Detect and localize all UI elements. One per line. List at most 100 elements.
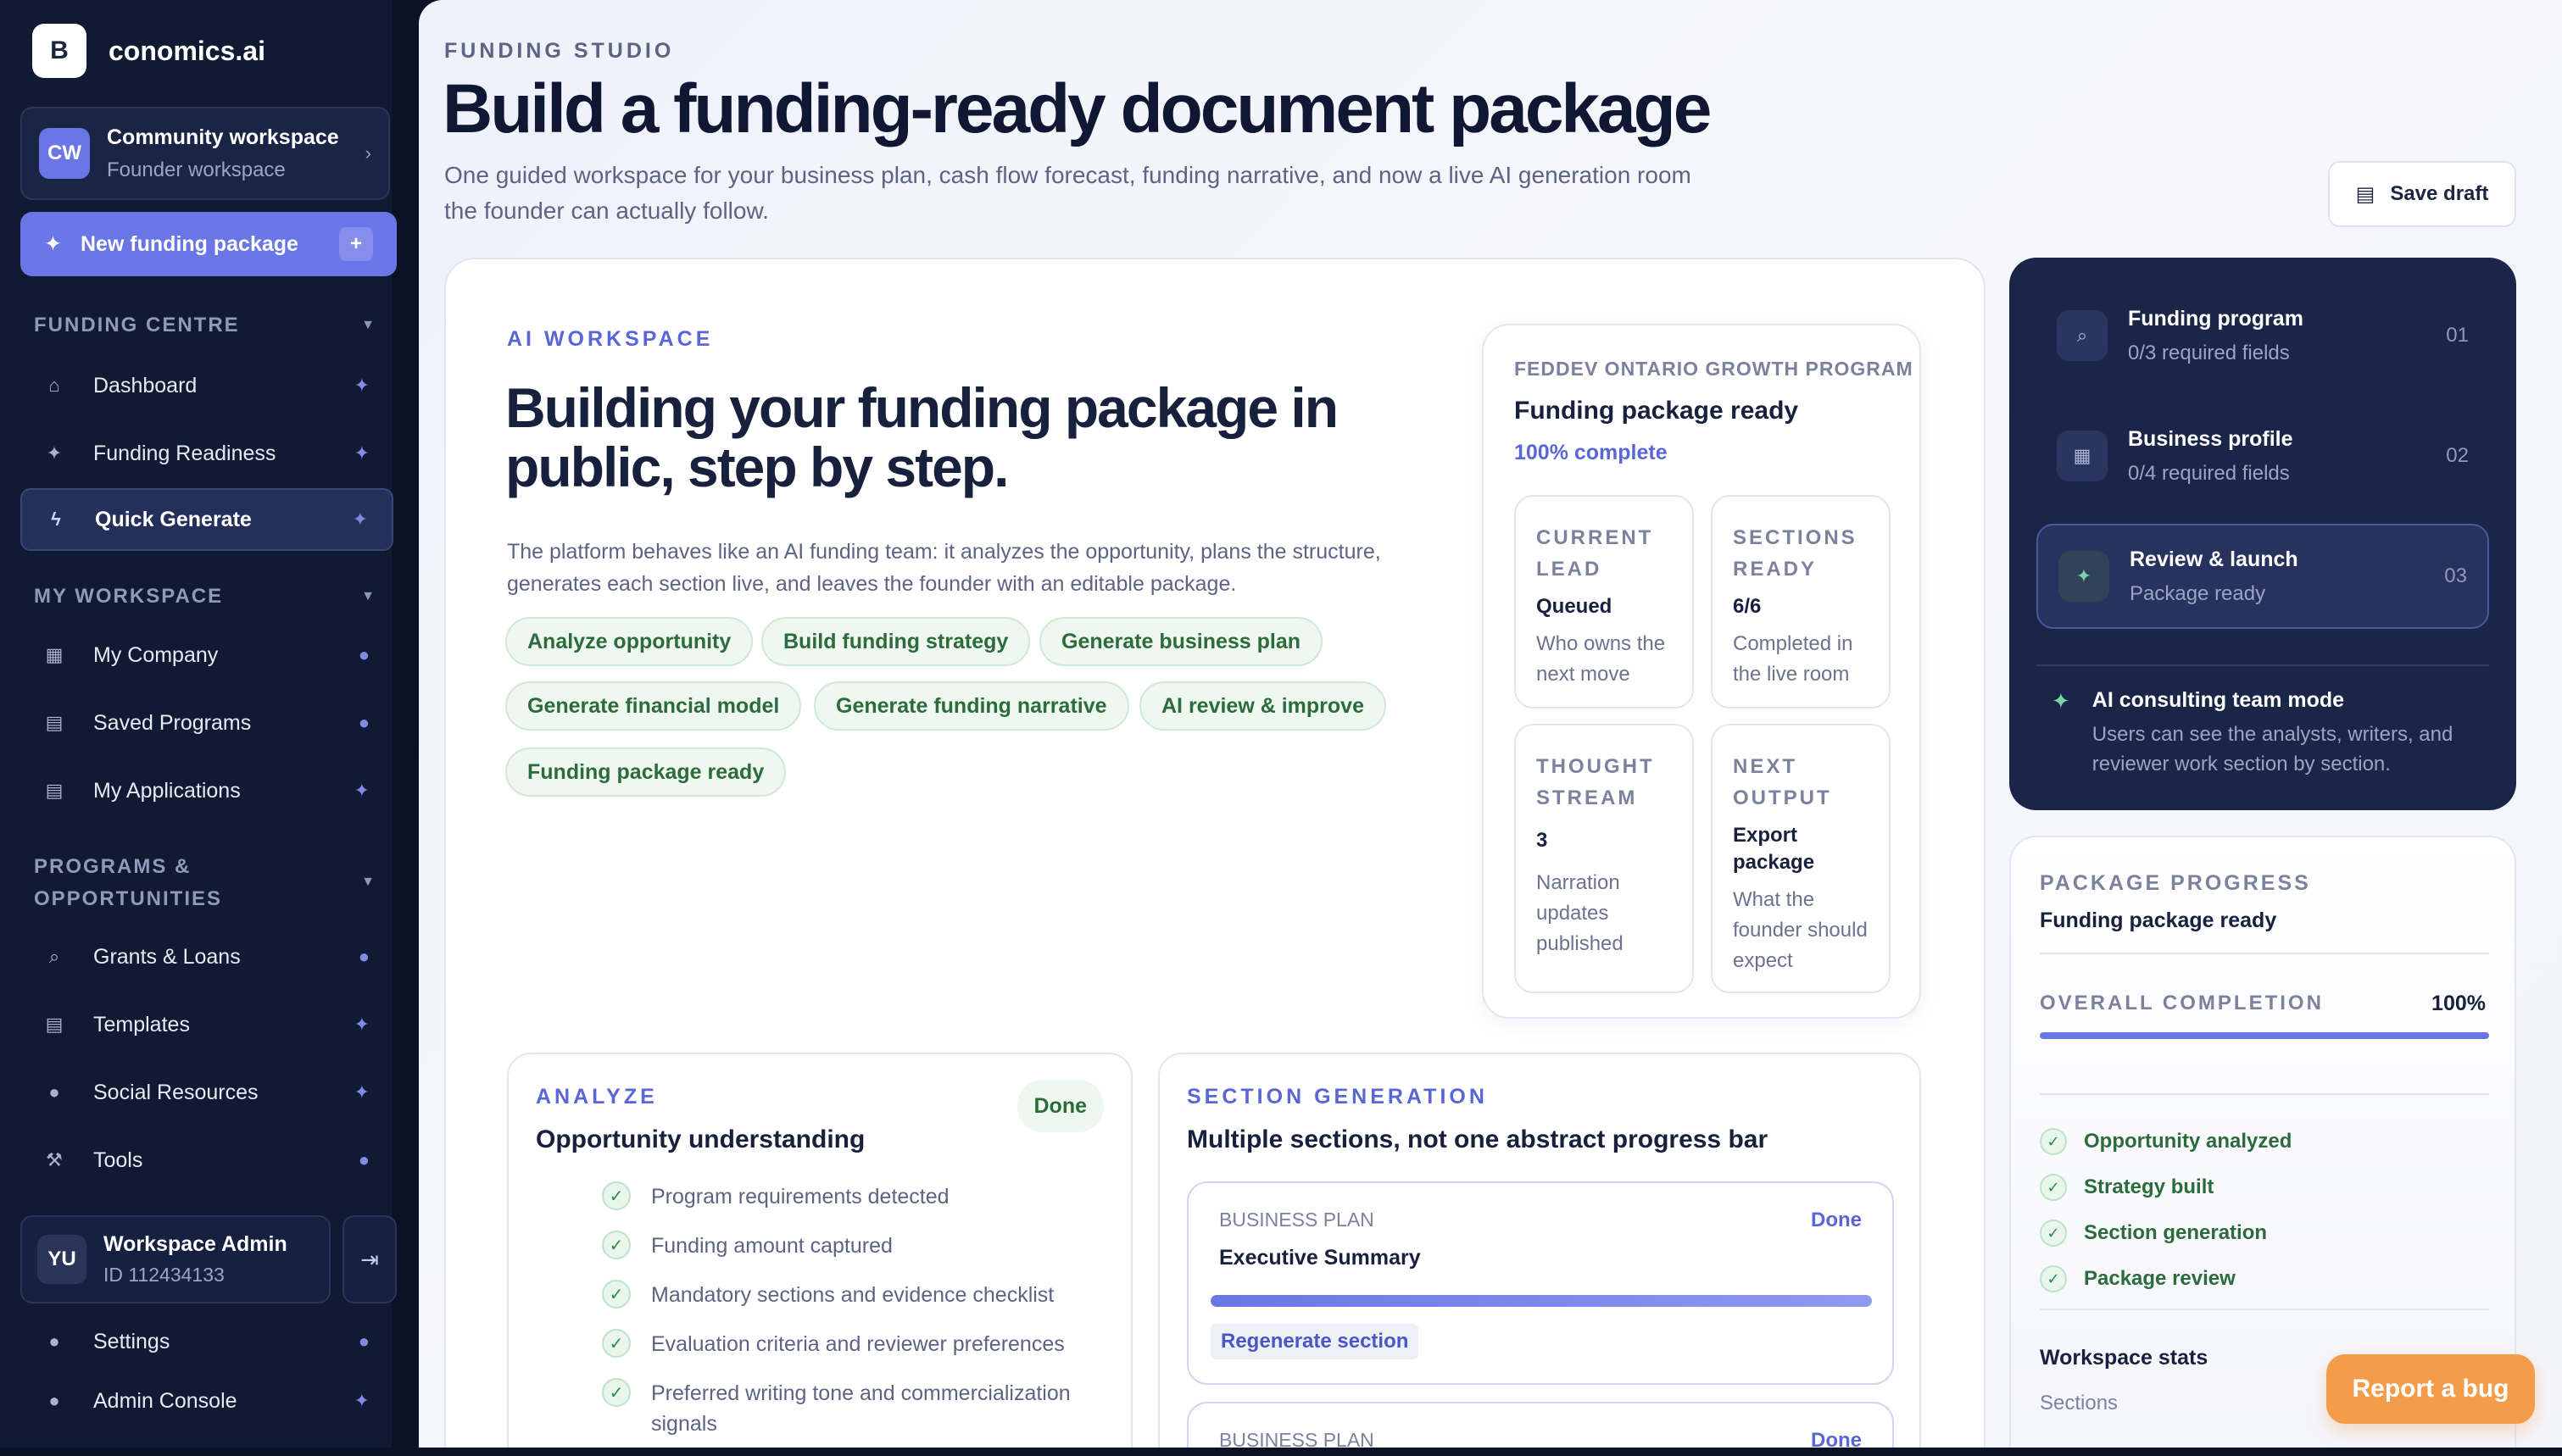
admin-text: Workspace Admin ID 112434133 (103, 1232, 287, 1287)
step-sub: Package ready (2130, 581, 2266, 605)
step-text: Funding program 0/3 required fields (2128, 307, 2426, 365)
check-icon: ✓ (602, 1378, 631, 1407)
divider (2036, 664, 2489, 666)
workspace-subtitle: Founder workspace (107, 158, 286, 181)
sidebar-item-quick-generate[interactable]: ϟ Quick Generate ✦ (20, 488, 393, 551)
page-subtitle: One guided workspace for your business p… (444, 162, 1691, 224)
document-icon: ▤ (45, 712, 64, 733)
section-generation-title: Multiple sections, not one abstract prog… (1187, 1125, 1768, 1153)
step-review-launch[interactable]: ✦ Review & launch Package ready 03 (2036, 524, 2489, 629)
program-title: Funding package ready (1514, 397, 1799, 425)
sidebar-item-dashboard[interactable]: ⌂ Dashboard ✦ (20, 354, 393, 417)
section-label: BUSINESS PLAN (1219, 1209, 1374, 1231)
admin-profile-card[interactable]: YU Workspace Admin ID 112434133 (20, 1215, 331, 1303)
step-pill[interactable]: AI review & improve (1139, 681, 1386, 731)
mode-title: AI consulting team mode (2091, 688, 2345, 712)
regenerate-section-button[interactable]: Regenerate section (1211, 1324, 1419, 1359)
sidebar-item-funding-readiness[interactable]: ✦ Funding Readiness ✦ (20, 422, 393, 485)
check-icon: ✓ (602, 1329, 631, 1358)
logout-button[interactable]: ⇥ (343, 1215, 397, 1303)
sidebar-item-saved-programs[interactable]: ▤ Saved Programs ● (20, 692, 393, 754)
sidebar-item-my-applications[interactable]: ▤ My Applications ✦ (20, 759, 393, 822)
document-icon: ▤ (45, 780, 64, 801)
sparkle-icon: ✦ (354, 442, 370, 464)
report-bug-button[interactable]: Report a bug (2326, 1354, 2535, 1424)
search-icon: ⌕ (2057, 310, 2108, 361)
grid-icon: ▦ (45, 644, 64, 665)
list-item: ✓ Preferred writing tone and commerciali… (602, 1378, 1077, 1439)
sidebar-item-label: Saved Programs (93, 710, 252, 735)
mini-stat-current-lead: CURRENT LEAD Queued Who owns the next mo… (1514, 495, 1694, 709)
step-pill[interactable]: Funding package ready (505, 747, 787, 797)
progress-title: Funding package ready (2040, 909, 2277, 932)
section-item-business-plan: BUSINESS PLAN Done (1187, 1402, 1894, 1448)
section-header-programs[interactable]: PROGRAMS & OPPORTUNITIES ▼ (34, 851, 376, 915)
divider (2040, 1093, 2489, 1095)
section-title-line1: PROGRAMS & (34, 855, 192, 878)
sidebar-item-social-resources[interactable]: ● Social Resources ✦ (20, 1061, 393, 1124)
admin-id: ID 112434133 (103, 1264, 225, 1286)
step-pill[interactable]: Analyze opportunity (505, 617, 754, 666)
document-icon: ▤ (2355, 182, 2375, 206)
sparkle-icon: ✦ (352, 508, 368, 530)
settings-icon: ● (48, 1331, 60, 1352)
brand-name: conomics.ai (109, 35, 265, 66)
user-icon: ● (358, 712, 370, 733)
mini-label: SECTIONS READY (1733, 526, 1857, 581)
mode-text: AI consulting team mode Users can see th… (2092, 688, 2476, 779)
mini-desc: What the founder should expect (1733, 888, 1868, 972)
mini-value: 3 (1536, 829, 1548, 852)
sidebar-item-grants-loans[interactable]: ⌕ Grants & Loans ● (20, 925, 393, 988)
analyze-checklist: ✓ Program requirements detected ✓ Fundin… (602, 1181, 1077, 1448)
home-icon: ⌂ (48, 375, 60, 396)
sidebar-item-label: Admin Console (93, 1388, 237, 1413)
section-generation-eyebrow: SECTION GENERATION (1187, 1085, 1488, 1109)
workspace-switcher[interactable]: CW Community workspace Founder workspace… (20, 107, 390, 200)
brand[interactable]: B conomics.ai (32, 24, 265, 78)
workspace-avatar: CW (39, 128, 90, 179)
check-text: Funding amount captured (651, 1234, 893, 1258)
step-pill[interactable]: Generate funding narrative (814, 681, 1129, 731)
check-text: Mandatory sections and evidence checklis… (651, 1283, 1055, 1307)
step-business-profile[interactable]: ▦ Business profile 0/4 required fields 0… (2036, 403, 2489, 508)
step-pill[interactable]: Build funding strategy (761, 617, 1031, 666)
overall-progress-fill (2040, 1032, 2489, 1039)
check-icon: ✓ (602, 1231, 631, 1259)
workspace-title: Community workspace (107, 125, 339, 149)
ai-workspace-description: The platform behaves like an AI funding … (507, 540, 1381, 596)
check-icon: ✓ (2040, 1220, 2067, 1247)
section-title: PROGRAMS & OPPORTUNITIES (34, 851, 222, 915)
mini-stat-sections-ready: SECTIONS READY 6/6 Completed in the live… (1711, 495, 1891, 709)
sidebar-item-templates[interactable]: ▤ Templates ✦ (20, 993, 393, 1056)
sidebar-item-admin-console[interactable]: ● Admin Console ✦ (20, 1370, 393, 1432)
sidebar-item-tools[interactable]: ⚒ Tools ● (20, 1129, 393, 1192)
main-inner: FUNDING STUDIO Build a funding-ready doc… (419, 0, 2562, 1448)
overall-progress-bar (2040, 1032, 2489, 1039)
grid-icon: ▦ (2057, 431, 2108, 481)
sidebar-item-label: My Applications (93, 778, 241, 803)
section-item-executive-summary: BUSINESS PLAN Executive Summary Done Reg… (1187, 1181, 1894, 1385)
check-icon: ✓ (602, 1181, 631, 1210)
new-funding-package-button[interactable]: ✦ New funding package + (20, 212, 397, 276)
section-header-my-workspace[interactable]: MY WORKSPACE ▼ (34, 585, 376, 609)
sidebar-item-my-company[interactable]: ▦ My Company ● (20, 624, 393, 686)
step-pill[interactable]: Generate financial model (505, 681, 802, 731)
step-funding-program[interactable]: ⌕ Funding program 0/3 required fields 01 (2036, 283, 2489, 388)
divider (2040, 1309, 2489, 1310)
check-text: Program requirements detected (651, 1185, 950, 1209)
sidebar-item-settings[interactable]: ● Settings ● (20, 1310, 393, 1373)
step-text: Review & launch Package ready (2130, 547, 2424, 606)
step-pill[interactable]: Generate business plan (1039, 617, 1323, 666)
workspace-stats-title: Workspace stats (2040, 1346, 2208, 1370)
section-status: Done (1811, 1209, 1862, 1231)
section-header-funding-centre[interactable]: FUNDING CENTRE ▼ (34, 314, 376, 337)
logout-icon: ⇥ (360, 1246, 379, 1272)
sparkle-icon: ✦ (46, 442, 63, 464)
divider (2040, 953, 2489, 954)
user-icon: ● (358, 1149, 370, 1170)
check-icon: ✓ (2040, 1128, 2067, 1155)
user-icon: ● (358, 946, 370, 967)
list-item: ✓ Strategy built (2040, 1164, 2292, 1210)
step-sub: 0/4 required fields (2128, 461, 2290, 485)
save-draft-button[interactable]: ▤ Save draft (2328, 161, 2516, 227)
